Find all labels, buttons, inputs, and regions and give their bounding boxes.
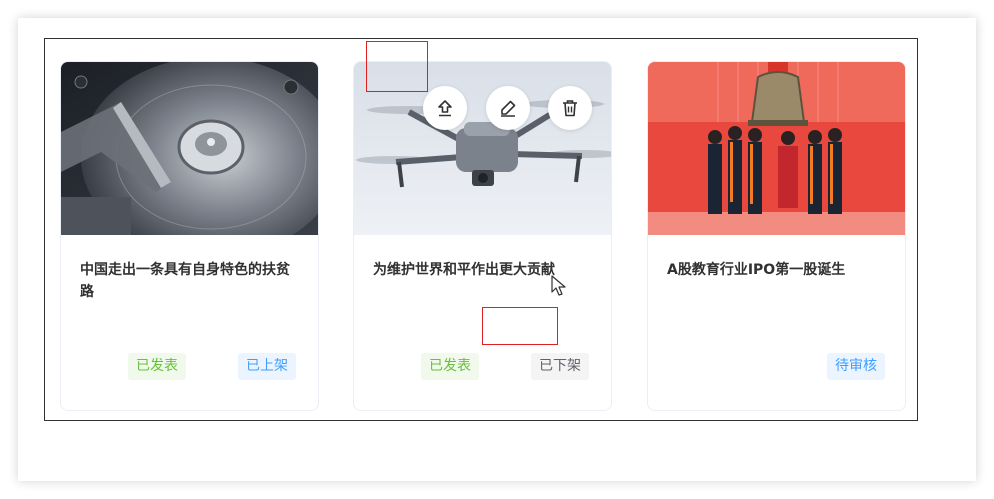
edit-button[interactable]: [486, 86, 530, 130]
delete-icon: [563, 100, 577, 117]
article-card[interactable]: A股教育行业IPO第一股诞生 待审核: [647, 61, 906, 411]
status-tag-reviewing: 待审核: [827, 353, 885, 380]
page: 中国走出一条具有自身特色的扶贫路 已发表 已上架 为维护世界和平作出更大贡献 已…: [0, 0, 994, 499]
status-tag-published: 已发表: [128, 353, 186, 380]
hard-drive-image: [61, 62, 318, 235]
article-title: A股教育行业IPO第一股诞生: [667, 262, 846, 278]
delete-button[interactable]: [548, 86, 592, 130]
status-tag-unlisted: 已下架: [531, 353, 589, 380]
article-card[interactable]: 为维护世界和平作出更大贡献 已发表 已下架: [353, 61, 612, 411]
card-list-frame: 中国走出一条具有自身特色的扶贫路 已发表 已上架 为维护世界和平作出更大贡献 已…: [44, 38, 918, 421]
upload-button[interactable]: [423, 86, 467, 130]
mouse-cursor-icon: [551, 275, 566, 296]
status-tag-listed: 已上架: [238, 353, 296, 380]
article-title: 中国走出一条具有自身特色的扶贫路: [80, 262, 290, 300]
edit-icon: [501, 100, 516, 117]
article-card[interactable]: 中国走出一条具有自身特色的扶贫路 已发表 已上架: [60, 61, 319, 411]
bell-ceremony-image: [648, 62, 905, 235]
upload-icon: [438, 100, 452, 117]
status-tag-published: 已发表: [421, 353, 479, 380]
